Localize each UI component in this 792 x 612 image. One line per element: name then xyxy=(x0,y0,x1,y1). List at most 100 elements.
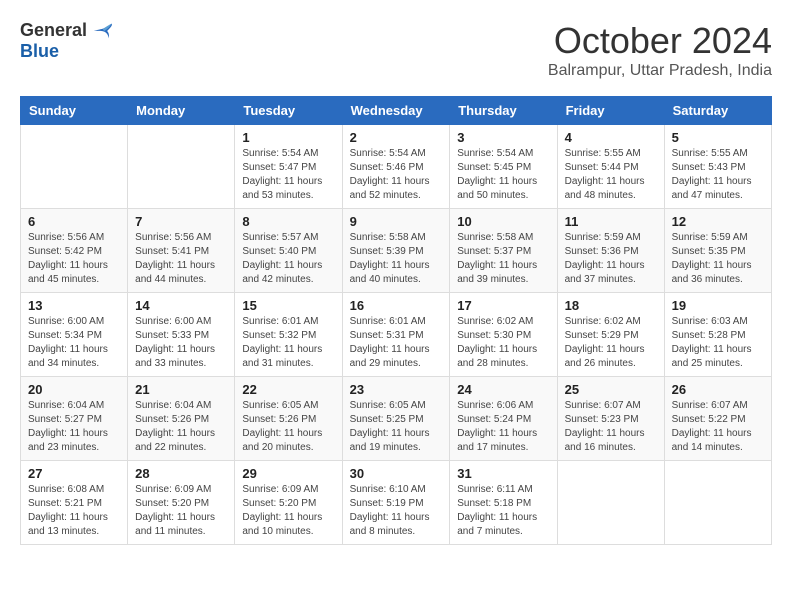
calendar-week-row: 6Sunrise: 5:56 AM Sunset: 5:42 PM Daylig… xyxy=(21,209,772,293)
weekday-header-friday: Friday xyxy=(557,97,664,125)
calendar-cell: 9 Sunrise: 5:58 AM Sunset: 5:39 PM Daylig… xyxy=(342,209,450,293)
day-number: 15 xyxy=(242,298,334,313)
calendar-cell: 3 Sunrise: 5:54 AM Sunset: 5:45 PM Daylig… xyxy=(450,125,557,209)
day-number: 16 xyxy=(350,298,443,313)
calendar-cell: 23 Sunrise: 6:05 AM Sunset: 5:25 PM Dayli… xyxy=(342,377,450,461)
day-number: 28 xyxy=(135,466,227,481)
day-info: Sunrise: 6:01 AM Sunset: 5:32 PM Dayligh… xyxy=(242,315,334,371)
day-info: Sunrise: 6:04 AM Sunset: 5:26 PM Dayligh… xyxy=(135,399,227,455)
calendar-week-row: 1 Sunrise: 5:54 AM Sunset: 5:47 PM Daylig… xyxy=(21,125,772,209)
calendar-cell: 29 Sunrise: 6:09 AM Sunset: 5:20 PM Dayli… xyxy=(235,461,342,545)
day-info: Sunrise: 6:08 AM Sunset: 5:21 PM Dayligh… xyxy=(28,483,120,539)
logo-general: General xyxy=(20,20,87,41)
calendar-cell: 12 Sunrise: 5:59 AM Sunset: 5:35 PM Dayli… xyxy=(664,209,771,293)
day-info: Sunrise: 6:09 AM Sunset: 5:20 PM Dayligh… xyxy=(242,483,334,539)
day-info: Sunrise: 5:56 AM Sunset: 5:42 PM Dayligh… xyxy=(28,231,120,287)
day-info: Sunrise: 6:02 AM Sunset: 5:30 PM Dayligh… xyxy=(457,315,549,371)
day-number: 17 xyxy=(457,298,549,313)
calendar-cell xyxy=(128,125,235,209)
calendar-week-row: 27 Sunrise: 6:08 AM Sunset: 5:21 PM Dayli… xyxy=(21,461,772,545)
day-number: 30 xyxy=(350,466,443,481)
calendar-cell: 17 Sunrise: 6:02 AM Sunset: 5:30 PM Dayli… xyxy=(450,293,557,377)
day-number: 12 xyxy=(672,214,764,229)
weekday-header-wednesday: Wednesday xyxy=(342,97,450,125)
day-number: 14 xyxy=(135,298,227,313)
calendar-week-row: 20 Sunrise: 6:04 AM Sunset: 5:27 PM Dayli… xyxy=(21,377,772,461)
day-number: 26 xyxy=(672,382,764,397)
day-info: Sunrise: 5:54 AM Sunset: 5:46 PM Dayligh… xyxy=(350,147,443,203)
logo: General Blue xyxy=(20,20,113,62)
month-title: October 2024 xyxy=(548,20,772,62)
day-info: Sunrise: 5:55 AM Sunset: 5:44 PM Dayligh… xyxy=(565,147,657,203)
calendar-cell: 21 Sunrise: 6:04 AM Sunset: 5:26 PM Dayli… xyxy=(128,377,235,461)
logo-blue-text: Blue xyxy=(20,41,59,62)
day-info: Sunrise: 6:05 AM Sunset: 5:25 PM Dayligh… xyxy=(350,399,443,455)
day-info: Sunrise: 5:59 AM Sunset: 5:36 PM Dayligh… xyxy=(565,231,657,287)
title-area: October 2024 Balrampur, Uttar Pradesh, I… xyxy=(548,20,772,80)
calendar-cell: 22Sunrise: 6:05 AM Sunset: 5:26 PM Dayli… xyxy=(235,377,342,461)
day-number: 5 xyxy=(672,130,764,145)
day-number: 22 xyxy=(242,382,334,397)
calendar-cell: 28 Sunrise: 6:09 AM Sunset: 5:20 PM Dayli… xyxy=(128,461,235,545)
day-number: 20 xyxy=(28,382,120,397)
day-number: 1 xyxy=(242,130,334,145)
day-info: Sunrise: 5:58 AM Sunset: 5:39 PM Dayligh… xyxy=(350,231,443,287)
day-info: Sunrise: 5:59 AM Sunset: 5:35 PM Dayligh… xyxy=(672,231,764,287)
calendar-cell xyxy=(664,461,771,545)
day-number: 27 xyxy=(28,466,120,481)
day-number: 29 xyxy=(242,466,334,481)
day-info: Sunrise: 5:54 AM Sunset: 5:45 PM Dayligh… xyxy=(457,147,549,203)
calendar-cell: 11 Sunrise: 5:59 AM Sunset: 5:36 PM Dayli… xyxy=(557,209,664,293)
day-info: Sunrise: 5:55 AM Sunset: 5:43 PM Dayligh… xyxy=(672,147,764,203)
day-info: Sunrise: 5:56 AM Sunset: 5:41 PM Dayligh… xyxy=(135,231,227,287)
day-number: 8 xyxy=(242,214,334,229)
page-header: General Blue October 2024 Balrampur, Utt… xyxy=(20,20,772,80)
day-number: 21 xyxy=(135,382,227,397)
day-info: Sunrise: 6:06 AM Sunset: 5:24 PM Dayligh… xyxy=(457,399,549,455)
day-number: 10 xyxy=(457,214,549,229)
calendar-week-row: 13Sunrise: 6:00 AM Sunset: 5:34 PM Dayli… xyxy=(21,293,772,377)
calendar-table: SundayMondayTuesdayWednesdayThursdayFrid… xyxy=(20,96,772,545)
day-number: 23 xyxy=(350,382,443,397)
calendar-header-row: SundayMondayTuesdayWednesdayThursdayFrid… xyxy=(21,97,772,125)
day-number: 19 xyxy=(672,298,764,313)
calendar-cell: 18Sunrise: 6:02 AM Sunset: 5:29 PM Dayli… xyxy=(557,293,664,377)
calendar-cell: 10Sunrise: 5:58 AM Sunset: 5:37 PM Dayli… xyxy=(450,209,557,293)
day-info: Sunrise: 5:54 AM Sunset: 5:47 PM Dayligh… xyxy=(242,147,334,203)
day-info: Sunrise: 6:07 AM Sunset: 5:23 PM Dayligh… xyxy=(565,399,657,455)
day-number: 18 xyxy=(565,298,657,313)
calendar-cell: 25Sunrise: 6:07 AM Sunset: 5:23 PM Dayli… xyxy=(557,377,664,461)
calendar-cell: 27 Sunrise: 6:08 AM Sunset: 5:21 PM Dayli… xyxy=(21,461,128,545)
day-info: Sunrise: 6:03 AM Sunset: 5:28 PM Dayligh… xyxy=(672,315,764,371)
calendar-cell: 15 Sunrise: 6:01 AM Sunset: 5:32 PM Dayli… xyxy=(235,293,342,377)
day-number: 2 xyxy=(350,130,443,145)
calendar-cell: 5 Sunrise: 5:55 AM Sunset: 5:43 PM Daylig… xyxy=(664,125,771,209)
day-info: Sunrise: 5:57 AM Sunset: 5:40 PM Dayligh… xyxy=(242,231,334,287)
day-info: Sunrise: 6:01 AM Sunset: 5:31 PM Dayligh… xyxy=(350,315,443,371)
day-info: Sunrise: 6:09 AM Sunset: 5:20 PM Dayligh… xyxy=(135,483,227,539)
calendar-cell: 4Sunrise: 5:55 AM Sunset: 5:44 PM Daylig… xyxy=(557,125,664,209)
calendar-cell: 7Sunrise: 5:56 AM Sunset: 5:41 PM Daylig… xyxy=(128,209,235,293)
calendar-cell: 20 Sunrise: 6:04 AM Sunset: 5:27 PM Dayli… xyxy=(21,377,128,461)
day-info: Sunrise: 6:00 AM Sunset: 5:34 PM Dayligh… xyxy=(28,315,120,371)
calendar-cell: 2 Sunrise: 5:54 AM Sunset: 5:46 PM Daylig… xyxy=(342,125,450,209)
day-number: 31 xyxy=(457,466,549,481)
calendar-cell: 24Sunrise: 6:06 AM Sunset: 5:24 PM Dayli… xyxy=(450,377,557,461)
day-info: Sunrise: 6:04 AM Sunset: 5:27 PM Dayligh… xyxy=(28,399,120,455)
logo-bird-icon xyxy=(91,22,113,40)
weekday-header-sunday: Sunday xyxy=(21,97,128,125)
calendar-cell: 14Sunrise: 6:00 AM Sunset: 5:33 PM Dayli… xyxy=(128,293,235,377)
calendar-cell: 30Sunrise: 6:10 AM Sunset: 5:19 PM Dayli… xyxy=(342,461,450,545)
day-info: Sunrise: 6:11 AM Sunset: 5:18 PM Dayligh… xyxy=(457,483,549,539)
day-number: 9 xyxy=(350,214,443,229)
weekday-header-tuesday: Tuesday xyxy=(235,97,342,125)
day-info: Sunrise: 6:07 AM Sunset: 5:22 PM Dayligh… xyxy=(672,399,764,455)
day-number: 11 xyxy=(565,214,657,229)
calendar-cell: 31 Sunrise: 6:11 AM Sunset: 5:18 PM Dayli… xyxy=(450,461,557,545)
calendar-cell: 26 Sunrise: 6:07 AM Sunset: 5:22 PM Dayli… xyxy=(664,377,771,461)
day-number: 3 xyxy=(457,130,549,145)
weekday-header-thursday: Thursday xyxy=(450,97,557,125)
weekday-header-saturday: Saturday xyxy=(664,97,771,125)
calendar-cell xyxy=(21,125,128,209)
calendar-cell: 8 Sunrise: 5:57 AM Sunset: 5:40 PM Daylig… xyxy=(235,209,342,293)
